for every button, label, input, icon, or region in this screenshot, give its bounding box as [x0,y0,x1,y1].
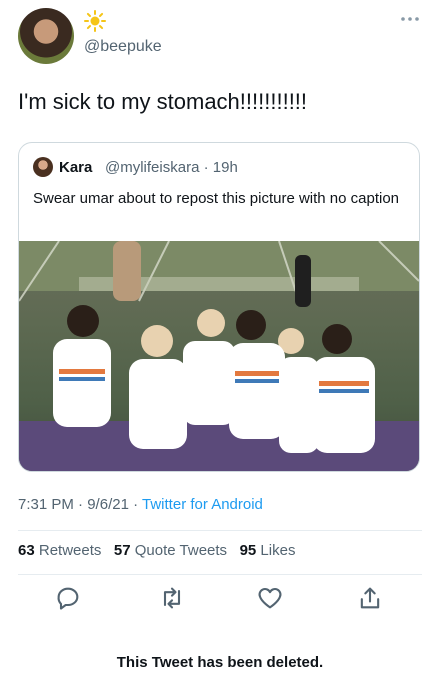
tweet-date: 9/6/21 [87,496,129,513]
quoted-name: Kara [59,159,93,176]
sun-emoji-icon [84,10,106,32]
likes-stat[interactable]: 95 Likes [240,542,296,559]
quoted-text: Swear umar about to repost this picture … [33,190,400,207]
tweet-header: @beepuke [18,6,422,66]
tweet-text: I'm sick to my stomach!!!!!!!!!!! [18,89,308,114]
retweets-stat[interactable]: 63 Retweets [18,542,101,559]
tweet-stats: 63 Retweets 57 Quote Tweets 95 Likes [18,542,295,559]
author-handle[interactable]: @beepuke [84,38,162,56]
quoted-avatar [33,157,53,177]
divider [18,530,422,531]
divider [18,574,422,575]
tweet-meta: 7:31 PM · 9/6/21 · Twitter for Android [18,496,263,513]
tweet-source-link[interactable]: Twitter for Android [142,496,263,513]
quoted-tweet[interactable]: Kara @mylifeiskara · 19h Swear umar abou… [18,142,420,472]
quoted-handle-time: @mylifeiskara · 19h [105,159,238,176]
retweet-icon[interactable] [158,584,186,612]
reply-icon[interactable] [54,584,82,612]
action-bar [18,584,422,614]
share-icon[interactable] [356,584,384,612]
quote-tweets-stat[interactable]: 57 Quote Tweets [114,542,227,559]
more-options-icon[interactable] [400,16,420,22]
tweet-time: 7:31 PM [18,496,74,513]
author-avatar[interactable] [18,8,74,64]
like-icon[interactable] [256,584,284,612]
deleted-notice: This Tweet has been deleted. [116,654,324,671]
quoted-photo[interactable] [19,240,419,471]
photo-illustration [19,240,419,471]
